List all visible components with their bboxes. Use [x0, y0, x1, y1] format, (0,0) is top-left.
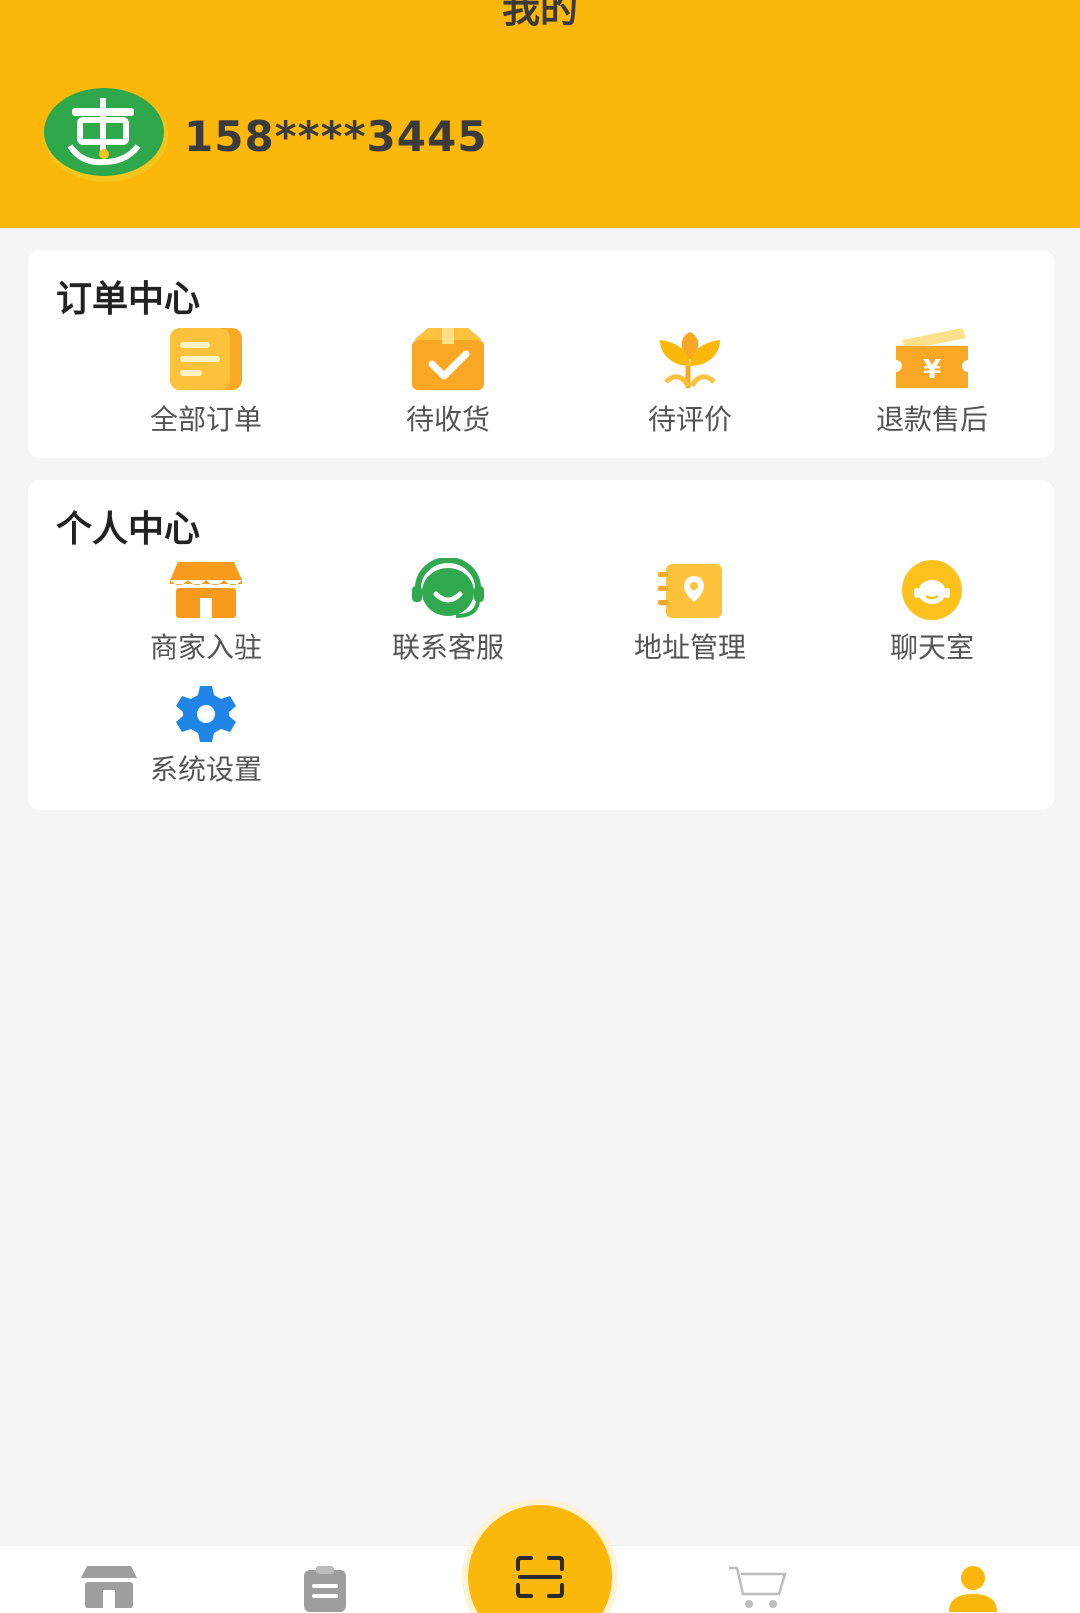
pending-review-icon	[650, 322, 730, 392]
address-item[interactable]: 地址管理	[590, 550, 790, 666]
chat-room-label: 聊天室	[889, 631, 974, 664]
clipboard-icon	[304, 1566, 346, 1612]
pending-receipt-item[interactable]: 待收货	[348, 322, 548, 438]
merchant-join-item[interactable]: 商家入驻	[106, 550, 306, 666]
refund-item[interactable]: ¥ 退款售后	[832, 322, 1032, 438]
scan-icon	[516, 1556, 564, 1598]
user-phone: 158****3445	[184, 112, 488, 161]
order-center-card: 订单中心 全部订单 待收货 待评价 ¥ 退款售后	[28, 250, 1054, 458]
pending-receipt-icon	[408, 322, 488, 392]
profile-header: 我的 158****3445	[0, 0, 1080, 228]
chat-icon	[892, 550, 972, 620]
svg-text:¥: ¥	[923, 355, 941, 385]
scan-button[interactable]	[468, 1505, 612, 1613]
store-icon	[81, 1566, 137, 1608]
tab-cart[interactable]	[722, 1564, 792, 1613]
avatar[interactable]	[42, 84, 170, 184]
system-settings-item[interactable]: 系统设置	[106, 672, 306, 788]
refund-label: 退款售后	[875, 403, 988, 436]
customer-service-item[interactable]: 联系客服	[348, 550, 548, 666]
address-label: 地址管理	[633, 631, 746, 664]
all-orders-label: 全部订单	[149, 403, 262, 436]
pending-receipt-label: 待收货	[405, 403, 490, 436]
refund-icon: ¥	[892, 322, 972, 392]
cart-icon	[729, 1566, 787, 1608]
customer-service-icon	[408, 550, 488, 620]
system-settings-label: 系统设置	[149, 753, 262, 786]
store-icon	[166, 550, 246, 620]
gear-icon	[166, 672, 246, 742]
user-icon	[949, 1566, 997, 1612]
address-icon	[650, 550, 730, 620]
all-orders-item[interactable]: 全部订单	[106, 322, 306, 438]
tab-orders[interactable]	[290, 1564, 360, 1613]
pending-review-item[interactable]: 待评价	[590, 322, 790, 438]
merchant-join-label: 商家入驻	[149, 631, 262, 664]
tab-home[interactable]	[74, 1564, 144, 1613]
personal-center-card: 个人中心 商家入驻 联系客服 地址管理 聊天室 系统设置	[28, 480, 1054, 810]
customer-service-label: 联系客服	[391, 631, 504, 664]
page-title: 我的	[501, 0, 578, 31]
pending-review-label: 待评价	[647, 403, 732, 436]
personal-center-title: 个人中心	[56, 509, 201, 550]
tab-profile[interactable]	[938, 1564, 1008, 1613]
chat-room-item[interactable]: 聊天室	[832, 550, 1032, 666]
order-center-title: 订单中心	[56, 279, 201, 320]
all-orders-icon	[166, 322, 246, 392]
